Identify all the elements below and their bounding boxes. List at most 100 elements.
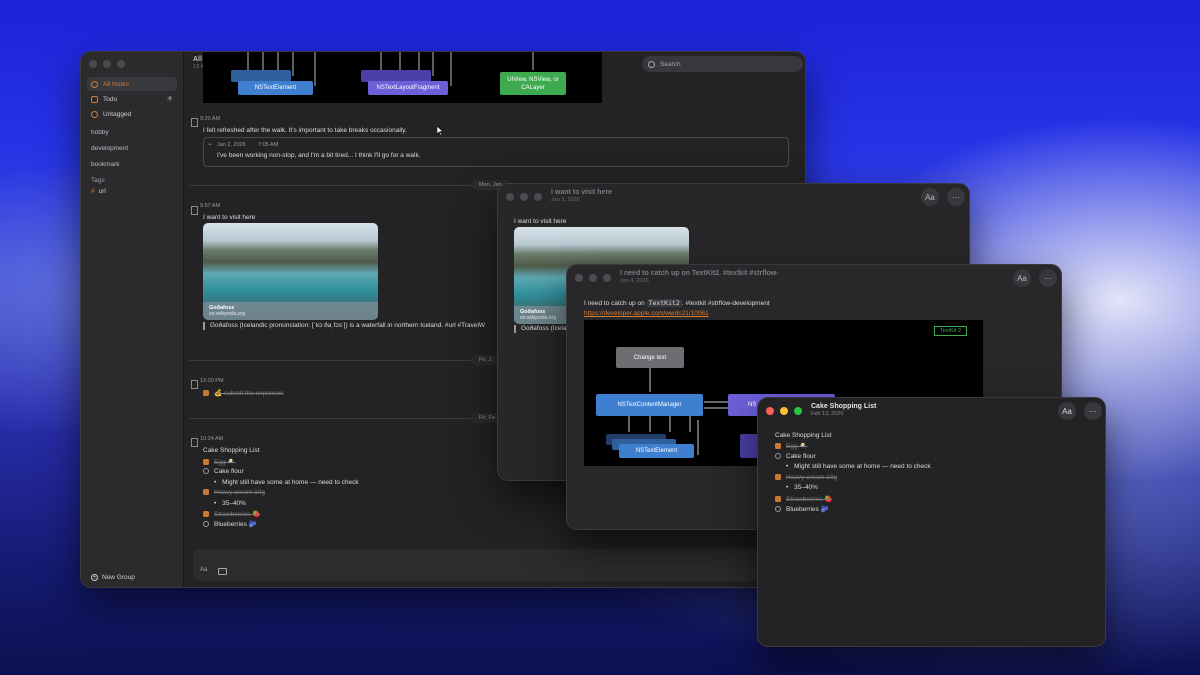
group-bookmark[interactable]: bookmark (87, 157, 177, 171)
checkbox-checked[interactable] (203, 459, 209, 466)
image-icon[interactable] (218, 568, 227, 575)
window-controls (766, 407, 802, 415)
more-button[interactable]: ··· (1084, 402, 1102, 420)
group-development[interactable]: development (87, 141, 177, 155)
zoom-button[interactable] (534, 193, 542, 201)
note-caption: Goðafoss (Icela (521, 325, 567, 332)
list-title: Cake Shopping List (775, 432, 832, 439)
todo-item[interactable]: Strawberries 🍓 (775, 495, 832, 503)
group-label: development (91, 144, 129, 152)
minimize-button[interactable] (103, 60, 111, 68)
checkbox-checked[interactable] (775, 474, 781, 481)
composer[interactable]: Aa (193, 549, 797, 581)
entry-time: 10:24 AM (200, 436, 224, 442)
quote-bar (203, 322, 205, 330)
sidebar-item-untagged[interactable]: Untagged (87, 107, 177, 121)
waterfall-link-preview[interactable]: Goðafoss en.wikipedia.org (203, 223, 378, 320)
sidebar-item-label: Untagged (103, 110, 132, 118)
sidebar-item-all-notes[interactable]: All Notes (87, 77, 177, 91)
node-text-content-manager: NSTextContentManager (596, 394, 703, 416)
node-layout-fragment: NSTextLayoutFragment (368, 81, 448, 95)
format-button[interactable]: Aa (1013, 269, 1031, 287)
format-button[interactable]: Aa (1058, 402, 1076, 420)
note-window-cake-list: Cake Shopping List Feb 13, 2026 Aa ··· C… (757, 397, 1106, 647)
todo-text: Strawberries 🍓 (786, 496, 833, 503)
todo-item[interactable]: Blueberries 🫐 (203, 520, 257, 528)
zoom-button[interactable] (117, 60, 125, 68)
entry-text[interactable]: I want to visit here (203, 214, 255, 221)
todo-item[interactable]: Heavy cream 10g (775, 474, 837, 481)
tag-label: url (98, 187, 106, 195)
close-button[interactable] (89, 60, 97, 68)
todo-item[interactable]: Blueberries 🫐 (775, 505, 829, 513)
more-button[interactable]: ··· (1039, 269, 1057, 287)
entry-text[interactable]: I felt refreshed after the walk. It's im… (203, 127, 407, 134)
note-text[interactable]: I need to catch up on TextKit2. #textkit… (584, 299, 770, 307)
todo-text: Heavy cream 10g (786, 474, 837, 481)
checkbox-checked[interactable] (203, 390, 209, 397)
minimize-button[interactable] (780, 407, 788, 415)
link-preview-url: en.wikipedia.org (209, 311, 246, 317)
note-icon (191, 438, 198, 447)
checkbox-unchecked[interactable] (203, 521, 209, 528)
search-field[interactable]: Search (642, 56, 803, 72)
diagram-image-top: NSTextElement NSTextLayoutFragment UIVie… (203, 52, 602, 103)
checkbox-checked[interactable] (775, 443, 781, 450)
checkbox-checked[interactable] (203, 489, 209, 496)
todo-count-badge: 4 (166, 96, 173, 102)
todo-item[interactable]: Strawberries 🍓 (203, 510, 260, 518)
window-title: I want to visit here (551, 189, 613, 196)
note-text-suffix: . #textkit #strflow-development (681, 300, 770, 307)
format-button[interactable]: Aa (921, 188, 939, 206)
tags-heading-label: Tags (91, 176, 105, 184)
link-preview-caption: Goðafoss en.wikipedia.org (203, 302, 378, 320)
close-button[interactable] (506, 193, 514, 201)
todo-item[interactable]: Cake flour (775, 453, 816, 460)
bullet-text: Might still have some at home — need to … (794, 463, 931, 470)
untagged-icon (91, 110, 98, 118)
notes-icon (91, 80, 98, 88)
checkbox-checked[interactable] (203, 511, 209, 518)
entry-time: 9:57 AM (200, 203, 221, 209)
todo-item[interactable]: Cake flour (203, 468, 244, 475)
todo-text: Cake flour (786, 453, 816, 460)
todo-item[interactable]: Egg 🍳 (775, 442, 807, 450)
link-icon: ⌁ (208, 142, 212, 148)
sidebar-item-label: Todo (103, 95, 118, 103)
entry-caption: Goðafoss (Icelandic pronunciation: [ˈkɔː… (210, 322, 486, 329)
quote-date: Jan 2, 2026 (217, 142, 246, 148)
close-button[interactable] (766, 407, 774, 415)
search-icon (648, 60, 655, 68)
bullet-text: Might still have some at home — need to … (222, 479, 359, 486)
todo-icon (91, 95, 98, 103)
checkbox-checked[interactable] (775, 496, 781, 503)
new-group-button[interactable]: + New Group (87, 570, 177, 584)
checkbox-unchecked[interactable] (775, 506, 781, 513)
more-button[interactable]: ··· (947, 188, 965, 206)
zoom-button[interactable] (794, 407, 802, 415)
close-button[interactable] (575, 274, 583, 282)
window-title: Cake Shopping List (811, 403, 877, 410)
todo-item[interactable]: Heavy cream 10g (203, 489, 265, 496)
todo-item[interactable]: Egg 🍳 (203, 458, 235, 466)
tag-url[interactable]: # url (87, 184, 177, 198)
window-controls (506, 193, 542, 201)
note-text[interactable]: I want to visit here (514, 218, 566, 225)
format-button[interactable]: Aa (200, 567, 207, 573)
group-hobby[interactable]: hobby (87, 125, 177, 139)
minimize-button[interactable] (520, 193, 528, 201)
group-label: hobby (91, 128, 109, 136)
inline-code: TextKit2 (646, 299, 682, 307)
bullet-item: • 35–40% (786, 484, 818, 491)
todo-item[interactable]: 💰 submit the expenses (203, 389, 284, 397)
note-link[interactable]: https://developer.apple.com/wwdc21/10061 (584, 310, 709, 317)
zoom-button[interactable] (603, 274, 611, 282)
sidebar-item-todo[interactable]: Todo 4 (87, 92, 177, 106)
quote-card[interactable]: ⌁ Jan 2, 2026 7:05 AM I've been working … (203, 137, 789, 167)
checkbox-unchecked[interactable] (775, 453, 781, 460)
checkbox-unchecked[interactable] (203, 468, 209, 475)
sidebar: All Notes Todo 4 Untagged hobby developm… (81, 52, 184, 587)
minimize-button[interactable] (589, 274, 597, 282)
entry-time: 12:00 PM (200, 378, 224, 384)
bullet-item: • Might still have some at home — need t… (786, 463, 931, 470)
